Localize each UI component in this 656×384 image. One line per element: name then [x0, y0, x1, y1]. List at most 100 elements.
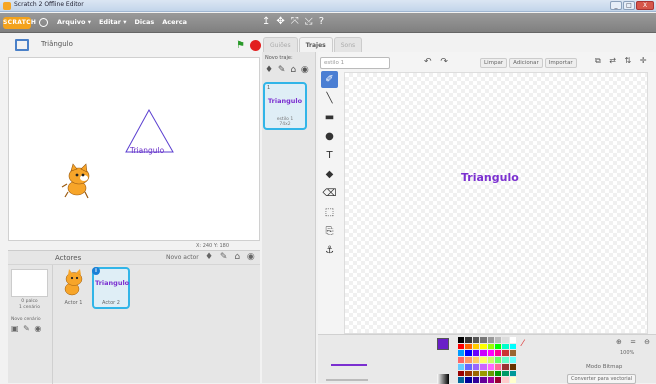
line-width-slider[interactable]: [326, 379, 368, 381]
palette-swatch[interactable]: [472, 343, 480, 350]
palette-swatch[interactable]: [494, 357, 502, 363]
green-flag-icon[interactable]: ⚑: [236, 41, 246, 51]
palette-swatch[interactable]: [487, 357, 494, 363]
duplicate-icon[interactable]: ↥: [262, 16, 270, 28]
palette-swatch[interactable]: [465, 343, 472, 350]
palette-swatch[interactable]: [509, 337, 516, 343]
palette-swatch[interactable]: [502, 370, 509, 377]
palette-swatch[interactable]: [487, 337, 494, 343]
color-palette[interactable]: [458, 337, 516, 383]
fullscreen-icon[interactable]: [15, 39, 29, 51]
sprite-thumb-actor-2[interactable]: i Triangulo Actor 2: [92, 267, 130, 309]
help-icon[interactable]: ?: [319, 16, 324, 28]
eraser-tool-icon[interactable]: ⌫: [321, 185, 338, 202]
palette-swatch[interactable]: [472, 370, 480, 377]
fill-tool-icon[interactable]: ◆: [321, 166, 338, 183]
project-name[interactable]: Triângulo: [41, 40, 73, 48]
palette-swatch[interactable]: [494, 337, 502, 343]
scratch-logo[interactable]: SCRATCH: [3, 17, 36, 29]
palette-swatch[interactable]: [494, 370, 502, 377]
undo-redo-icons[interactable]: ↶ ↷: [424, 57, 451, 67]
sprite-thumb-actor-1[interactable]: Actor 1: [57, 269, 90, 311]
tab-scripts[interactable]: Guiões: [263, 37, 298, 52]
palette-swatch[interactable]: [480, 357, 487, 363]
palette-swatch[interactable]: [487, 350, 494, 357]
palette-swatch[interactable]: [465, 350, 472, 357]
palette-swatch[interactable]: [494, 377, 502, 383]
palette-swatch[interactable]: [465, 357, 472, 363]
menu-about[interactable]: Acerca: [162, 18, 187, 26]
palette-swatch[interactable]: [480, 337, 487, 343]
palette-swatch[interactable]: [472, 357, 480, 363]
palette-swatch[interactable]: [487, 363, 494, 370]
info-icon[interactable]: i: [92, 267, 100, 275]
palette-swatch[interactable]: [458, 357, 465, 363]
palette-swatch[interactable]: [494, 350, 502, 357]
new-backdrop-icons[interactable]: ▣ ✎ ◉: [11, 324, 42, 333]
menu-edit[interactable]: Editar ▾: [99, 18, 127, 26]
palette-swatch[interactable]: [494, 363, 502, 370]
paint-canvas[interactable]: Triangulo: [344, 72, 648, 334]
delete-icon[interactable]: ✥: [276, 16, 284, 28]
palette-swatch[interactable]: [472, 350, 480, 357]
palette-swatch[interactable]: [480, 350, 487, 357]
select-tool-icon[interactable]: ⬚: [321, 204, 338, 221]
flip-center-icons[interactable]: ⧉ ⇄ ⇅ ✛: [595, 56, 649, 66]
palette-swatch[interactable]: [509, 350, 516, 357]
center-tool-icon[interactable]: ⚓: [321, 242, 338, 259]
globe-icon[interactable]: [39, 18, 48, 27]
palette-swatch[interactable]: [502, 377, 509, 383]
tab-costumes[interactable]: Trajes: [298, 37, 333, 52]
color-picker-icon[interactable]: ⁄: [522, 339, 524, 349]
stage-canvas[interactable]: Triangulo: [8, 57, 260, 241]
palette-swatch[interactable]: [480, 370, 487, 377]
palette-swatch[interactable]: [509, 357, 516, 363]
canvas-text[interactable]: Triangulo: [461, 171, 519, 184]
clear-button[interactable]: Limpar: [480, 58, 508, 68]
palette-swatch[interactable]: [502, 337, 509, 343]
palette-swatch[interactable]: [494, 343, 502, 350]
palette-swatch[interactable]: [509, 370, 516, 377]
palette-swatch[interactable]: [509, 377, 516, 383]
costume-name-input[interactable]: estilo 1: [320, 57, 390, 69]
palette-swatch[interactable]: [458, 350, 465, 357]
minimize-button[interactable]: _: [610, 1, 622, 10]
menu-file[interactable]: Arquivo ▾: [57, 18, 91, 26]
palette-swatch[interactable]: [502, 357, 509, 363]
stamp-tool-icon[interactable]: ⎘: [321, 223, 338, 240]
palette-swatch[interactable]: [472, 363, 480, 370]
palette-swatch[interactable]: [480, 377, 487, 383]
tab-sounds[interactable]: Sons: [333, 37, 363, 52]
palette-swatch[interactable]: [480, 343, 487, 350]
brush-tool-icon[interactable]: ✐: [321, 71, 338, 88]
close-button[interactable]: X: [636, 1, 654, 10]
cat-sprite[interactable]: [61, 163, 90, 199]
new-costume-icons[interactable]: ♦ ✎ ⌂ ◉: [265, 65, 310, 75]
palette-swatch[interactable]: [465, 363, 472, 370]
palette-swatch[interactable]: [465, 377, 472, 383]
palette-swatch[interactable]: [465, 337, 472, 343]
palette-swatch[interactable]: [472, 337, 480, 343]
zoom-controls[interactable]: ⊕ = ⊖: [616, 338, 653, 346]
palette-swatch[interactable]: [487, 377, 494, 383]
import-button[interactable]: Importar: [544, 58, 577, 68]
palette-swatch[interactable]: [502, 343, 509, 350]
palette-swatch[interactable]: [458, 363, 465, 370]
palette-swatch[interactable]: [480, 363, 487, 370]
palette-swatch[interactable]: [458, 370, 465, 377]
palette-swatch[interactable]: [502, 350, 509, 357]
stop-icon[interactable]: [250, 40, 261, 51]
palette-swatch[interactable]: [458, 377, 465, 383]
palette-swatch[interactable]: [487, 343, 494, 350]
text-tool-icon[interactable]: T: [321, 147, 338, 164]
grow-icon[interactable]: ⤧: [291, 16, 299, 28]
palette-swatch[interactable]: [509, 343, 516, 350]
new-sprite-icons[interactable]: ♦ ✎ ⌂ ◉: [205, 252, 257, 262]
palette-swatch[interactable]: [458, 337, 465, 343]
rectangle-tool-icon[interactable]: ▬: [321, 109, 338, 126]
add-button[interactable]: Adicionar: [509, 58, 543, 68]
ellipse-tool-icon[interactable]: ●: [321, 128, 338, 145]
palette-swatch[interactable]: [502, 363, 509, 370]
costume-thumb[interactable]: 1 Triangulo estilo 1 74x2: [263, 82, 307, 130]
palette-swatch[interactable]: [487, 370, 494, 377]
